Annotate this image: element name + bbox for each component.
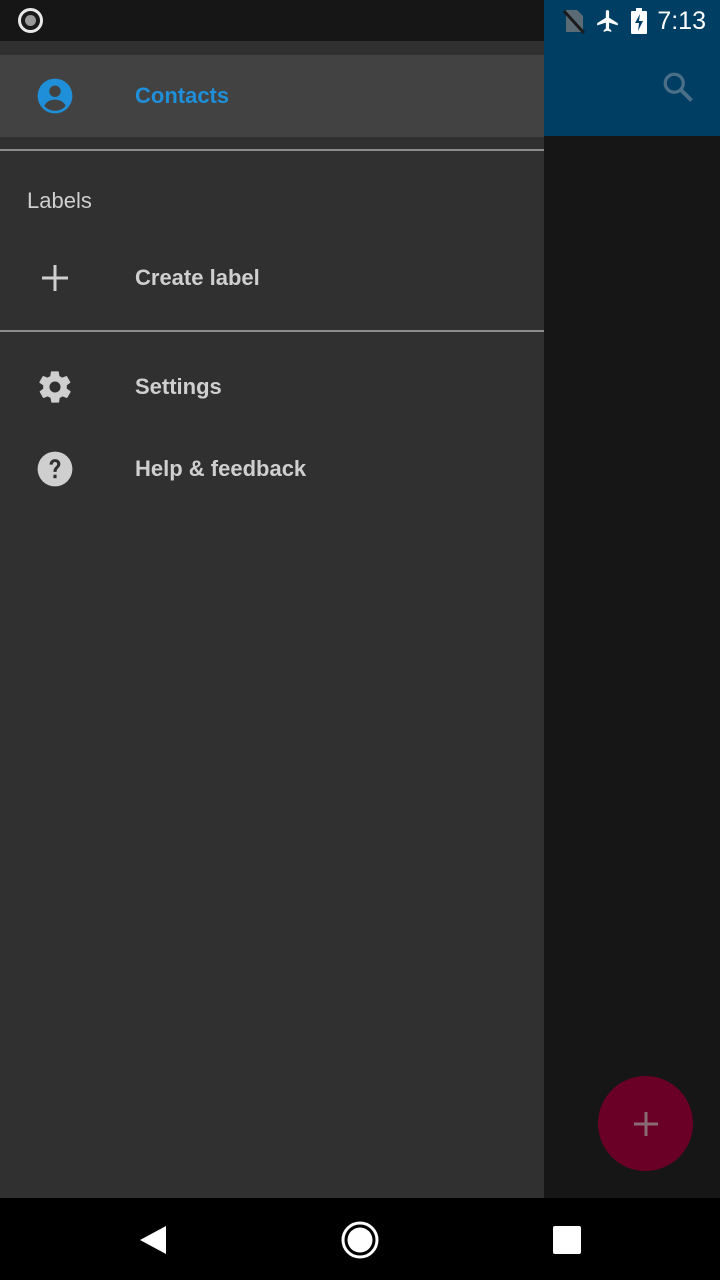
no-sim-icon (563, 9, 586, 34)
app-bar (544, 41, 720, 136)
drawer-item-help-feedback[interactable]: Help & feedback (0, 428, 544, 510)
account-circle-icon (36, 77, 74, 115)
recents-button[interactable] (545, 1218, 589, 1262)
app-body (544, 136, 720, 1198)
add-icon (36, 259, 74, 297)
airplane-mode-icon (597, 10, 619, 32)
labels-section-header: Labels (27, 188, 92, 213)
home-icon (341, 1221, 379, 1259)
back-icon (140, 1226, 166, 1254)
drawer-item-label: Settings (135, 374, 222, 399)
divider (0, 330, 544, 332)
gear-icon (36, 368, 74, 406)
drawer-item-settings[interactable]: Settings (0, 346, 544, 428)
back-button[interactable] (131, 1218, 175, 1262)
add-icon (633, 1111, 658, 1136)
help-icon (36, 450, 74, 488)
drawer-item-label: Help & feedback (135, 456, 307, 481)
battery-charging-icon (631, 8, 648, 34)
navigation-drawer: Contacts Labels Create label Settings He… (0, 41, 544, 1198)
divider (0, 149, 544, 151)
status-icons: 7:13 (563, 6, 706, 36)
status-bar-right: 7:13 (544, 0, 720, 41)
drawer-item-label: Contacts (135, 83, 230, 108)
system-navigation-bar (0, 1198, 720, 1280)
create-label-button[interactable]: Create label (0, 237, 544, 319)
add-contact-button[interactable] (598, 1076, 693, 1171)
drawer-item-label: Create label (135, 265, 260, 290)
status-time: 7:13 (657, 6, 706, 35)
home-button[interactable] (338, 1218, 382, 1262)
search-icon[interactable] (660, 69, 696, 105)
recents-icon (553, 1226, 581, 1254)
drawer-item-contacts[interactable]: Contacts (0, 55, 544, 137)
record-icon (18, 8, 43, 33)
